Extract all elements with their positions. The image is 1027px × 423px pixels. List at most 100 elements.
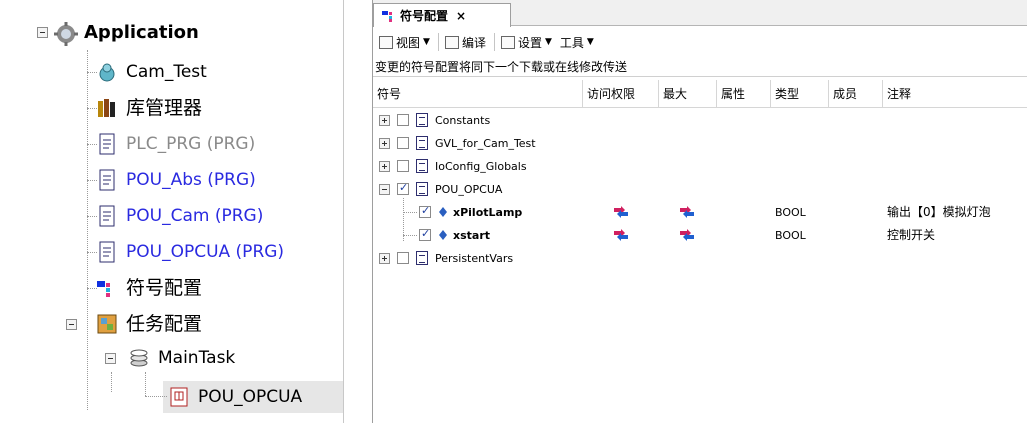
table-row[interactable]: xPilotLamp BOOL 输出【0】模拟灯泡 — [373, 201, 1027, 224]
column-header-type[interactable]: 类型 — [771, 80, 829, 108]
document-icon — [96, 205, 118, 227]
table-header: 符号 访问权限 最大 属性 类型 成员 注释 — [373, 80, 1027, 108]
tree-item-label: 任务配置 — [126, 313, 203, 335]
tree-item-label: PLC_PRG (PRG) — [126, 134, 256, 154]
settings-menu-button[interactable]: 设置 ▼ — [500, 34, 552, 51]
read-write-access-icon[interactable] — [613, 229, 629, 241]
row-checkbox[interactable] — [397, 114, 409, 126]
expander-collapse[interactable] — [37, 27, 48, 38]
settings-label: 设置 — [517, 35, 542, 50]
column-header-access[interactable]: 访问权限 — [583, 80, 659, 108]
tree-item-pou-opcua[interactable]: POU_OPCUA (PRG) — [96, 237, 284, 267]
document-icon — [96, 169, 118, 191]
tree-item-main-task[interactable]: MainTask — [128, 343, 235, 373]
expander-expand[interactable] — [379, 115, 390, 126]
table-row[interactable]: xstart BOOL 控制开关 — [373, 224, 1027, 247]
tree-item-application[interactable]: Application — [54, 18, 199, 48]
row-checkbox[interactable] — [397, 181, 409, 195]
stack-icon — [128, 347, 150, 369]
tree-connector — [87, 50, 88, 410]
document-icon — [96, 133, 118, 155]
toolbar-separator — [493, 33, 495, 51]
tree-item-cam-test[interactable]: Cam_Test — [96, 57, 207, 87]
tree-connector — [145, 372, 146, 396]
read-write-access-icon[interactable] — [613, 206, 629, 218]
view-icon — [379, 35, 393, 49]
expander-collapse[interactable] — [379, 184, 390, 195]
comment-value: 输出【0】模拟灯泡 — [887, 205, 991, 219]
view-menu-button[interactable]: 视图 ▼ — [379, 34, 430, 51]
document-icon — [416, 113, 428, 127]
column-header-symbol[interactable]: 符号 — [373, 80, 583, 108]
table-row[interactable]: IoConfig_Globals — [373, 155, 1027, 178]
read-write-access-icon — [680, 229, 694, 241]
row-checkbox[interactable] — [419, 204, 431, 218]
tools-label: 工具 — [559, 35, 584, 50]
document-icon — [416, 182, 428, 196]
change-notice: 变更的符号配置将同下一个下载或在线修改传送 — [373, 57, 1027, 77]
type-value: BOOL — [775, 206, 806, 219]
tab-strip: 符号配置 × — [373, 0, 1027, 27]
tree-item-label: POU_Cam (PRG) — [126, 206, 264, 226]
table-row[interactable]: PersistentVars — [373, 247, 1027, 270]
symbol-name: PersistentVars — [435, 252, 514, 265]
tree-connector — [403, 212, 417, 213]
symbol-name: Constants — [435, 114, 491, 127]
tree-item-task-pou-opcua[interactable]: POU_OPCUA — [168, 382, 302, 412]
table-row[interactable]: GVL_for_Cam_Test — [373, 132, 1027, 155]
table-row[interactable]: POU_OPCUA — [373, 178, 1027, 201]
expander-expand[interactable] — [379, 138, 390, 149]
tree-connector — [403, 235, 417, 236]
read-write-access-icon — [680, 206, 694, 218]
column-header-max[interactable]: 最大 — [659, 80, 717, 108]
column-header-attribute[interactable]: 属性 — [717, 80, 771, 108]
row-checkbox[interactable] — [397, 137, 409, 149]
task-config-icon — [96, 313, 118, 335]
compile-button[interactable]: 编译 — [444, 34, 486, 51]
panel-divider — [343, 0, 344, 423]
symbol-config-editor: 符号配置 × 视图 ▼ 编译 设置 ▼ 工具 ▼ 变更的符号配置将同下一个下载或… — [372, 0, 1027, 423]
tree-item-symbol-config[interactable]: 符号配置 — [96, 273, 202, 303]
tree-item-label: Cam_Test — [126, 62, 207, 82]
chevron-down-icon: ▼ — [423, 37, 430, 47]
row-checkbox[interactable] — [397, 252, 409, 264]
symbol-config-icon — [382, 10, 396, 22]
compile-icon — [444, 35, 459, 49]
tree-item-pou-abs[interactable]: POU_Abs (PRG) — [96, 165, 256, 195]
tree-item-task-config[interactable]: 任务配置 — [96, 309, 202, 339]
symbol-name: IoConfig_Globals — [435, 160, 527, 173]
document-icon — [96, 241, 118, 263]
program-call-icon — [168, 386, 190, 408]
column-header-members[interactable]: 成员 — [829, 80, 883, 108]
tree-item-label: MainTask — [158, 348, 236, 368]
toolbar: 视图 ▼ 编译 设置 ▼ 工具 ▼ — [373, 27, 1027, 57]
tools-menu-button[interactable]: 工具 ▼ — [560, 34, 594, 51]
document-icon — [416, 159, 428, 173]
tree-item-label: POU_Abs (PRG) — [126, 170, 256, 190]
row-checkbox[interactable] — [397, 160, 409, 172]
variable-icon — [439, 230, 447, 240]
expander-collapse[interactable] — [105, 353, 116, 364]
books-icon — [96, 97, 118, 119]
row-checkbox[interactable] — [419, 227, 431, 241]
chevron-down-icon: ▼ — [586, 37, 594, 47]
tree-item-library-manager[interactable]: 库管理器 — [96, 93, 202, 123]
tree-item-plc-prg[interactable]: PLC_PRG (PRG) — [96, 129, 255, 159]
settings-icon — [500, 35, 515, 49]
symbol-name: xPilotLamp — [453, 206, 523, 219]
table-row[interactable]: Constants — [373, 109, 1027, 132]
tree-item-label: 符号配置 — [126, 277, 203, 299]
expander-collapse[interactable] — [66, 319, 77, 330]
toolbar-separator — [437, 33, 439, 51]
chevron-down-icon: ▼ — [544, 37, 552, 47]
tab-symbol-config[interactable]: 符号配置 × — [373, 3, 511, 27]
tree-item-pou-cam[interactable]: POU_Cam (PRG) — [96, 201, 263, 231]
tree-item-label: POU_OPCUA — [198, 387, 303, 407]
comment-value: 控制开关 — [887, 228, 936, 242]
column-header-comment[interactable]: 注释 — [883, 80, 1027, 108]
expander-expand[interactable] — [379, 161, 390, 172]
close-icon[interactable]: × — [456, 9, 466, 23]
document-icon — [416, 136, 428, 150]
expander-expand[interactable] — [379, 253, 390, 264]
symbol-name: GVL_for_Cam_Test — [435, 137, 536, 150]
